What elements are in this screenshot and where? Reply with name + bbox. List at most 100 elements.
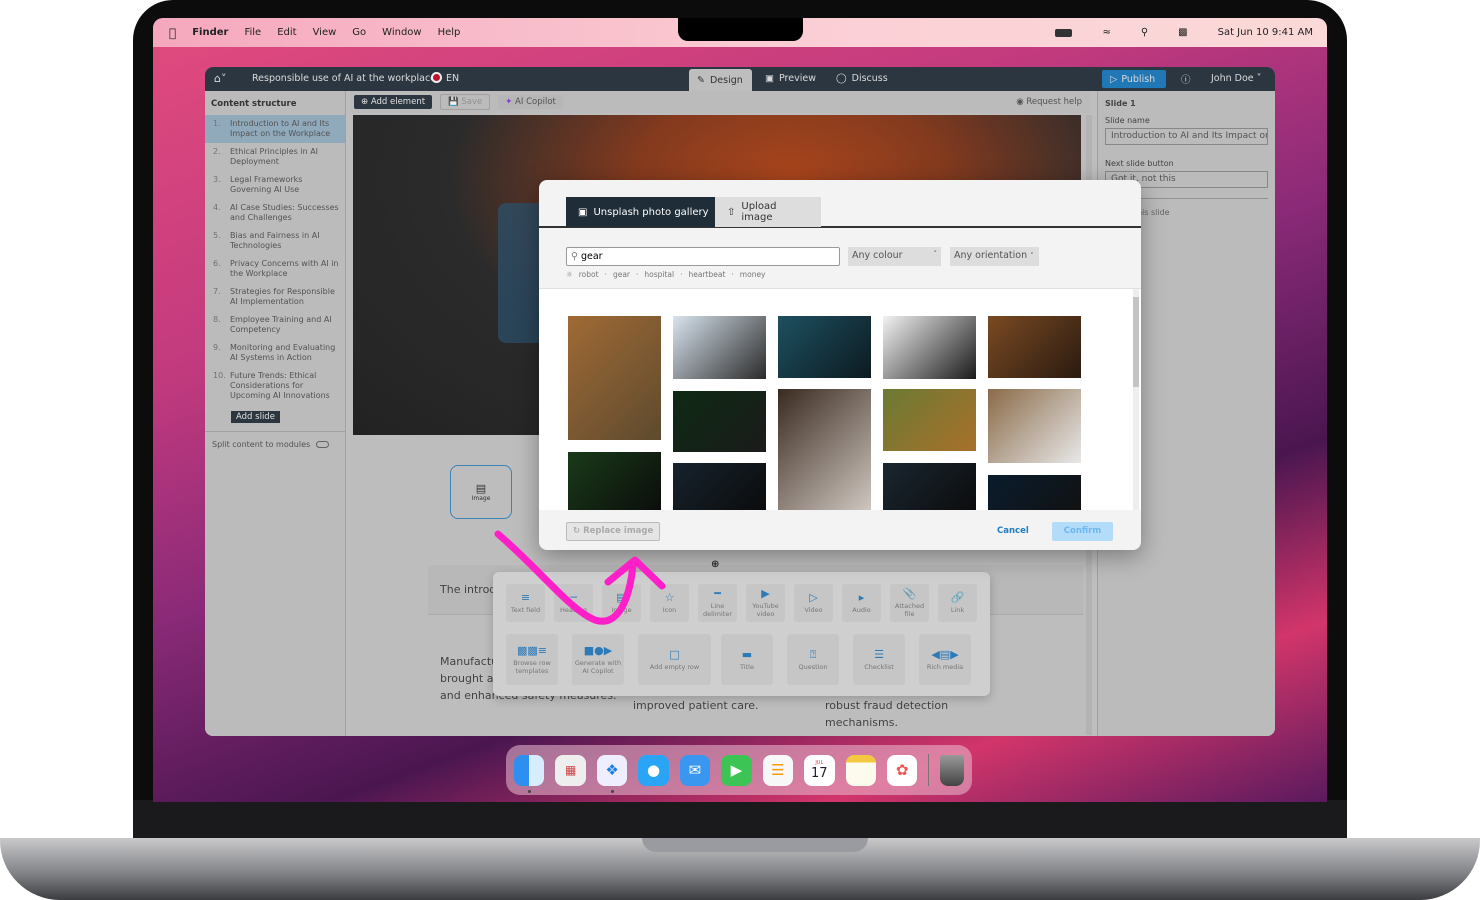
palette-item-label: Attached file (894, 602, 925, 618)
palette-item-line-delimiter[interactable]: ━ Line delimiter (698, 584, 737, 622)
photos-icon[interactable]: ✿ (886, 754, 918, 786)
unsplash-photo[interactable] (883, 389, 976, 451)
grid-scrollbar[interactable] (1133, 289, 1139, 510)
palette-item-audio[interactable]: ▸ Audio (842, 584, 881, 622)
element-icon: ☰ (874, 647, 884, 661)
notes-icon[interactable] (845, 754, 876, 786)
unsplash-photo[interactable] (568, 452, 661, 510)
search-input[interactable]: ⚲ gear (566, 247, 840, 266)
annotation-arrow (494, 530, 666, 625)
launchpad-icon[interactable]: ▦ (555, 754, 586, 786)
messages-icon[interactable]: ● (638, 754, 669, 786)
palette-item-label: Rich media (926, 662, 964, 671)
tab-upload-label: Upload image (741, 201, 777, 223)
confirm-button[interactable]: Confirm (1052, 522, 1113, 541)
unsplash-photo[interactable] (673, 391, 766, 452)
laptop-chin (133, 800, 1347, 840)
suggestion-link[interactable]: heartbeat (689, 270, 726, 279)
palette-item-question[interactable]: ⍰ Question (787, 634, 839, 685)
unsplash-photo[interactable] (673, 463, 766, 510)
palette-item-youtube-video[interactable]: ▶ YouTube video (746, 584, 785, 622)
unsplash-photo[interactable] (988, 316, 1081, 378)
image-picker-modal: ▣ Unsplash photo gallery ⇧ Upload image ⚲ g… (539, 180, 1141, 550)
menu-finder[interactable]: Finder (192, 27, 228, 38)
trash-icon[interactable] (940, 754, 964, 786)
battery-icon[interactable] (1055, 28, 1073, 37)
palette-item-label: Link (950, 606, 965, 614)
unsplash-photo[interactable] (988, 389, 1081, 463)
palette-item-checklist[interactable]: ☰ Checklist (853, 634, 905, 685)
reminders-icon[interactable]: ☰ (762, 754, 794, 786)
element-icon: ━ (714, 587, 721, 600)
element-icon: ▷ (809, 591, 818, 604)
clock[interactable]: Sat Jun 10 9:41 AM (1218, 27, 1313, 38)
search-icon: ⚲ (571, 251, 578, 262)
colour-select[interactable]: Any colour ˅ (848, 247, 941, 266)
palette-item-label: Title (740, 662, 754, 671)
add-row-icon[interactable]: ⊕ (711, 559, 719, 570)
laptop-base (0, 838, 1480, 900)
suggestion-link[interactable]: robot (579, 270, 599, 279)
tab-unsplash-label: Unsplash photo gallery (593, 206, 709, 218)
element-icon: 📎 (902, 587, 917, 600)
palette-item-title[interactable]: ▬ Title (721, 634, 773, 685)
unsplash-photo[interactable] (988, 475, 1081, 510)
tab-unsplash-gallery[interactable]: ▣ Unsplash photo gallery (566, 197, 721, 227)
orientation-value: Any orientation (954, 250, 1028, 261)
menu-window[interactable]: Window (382, 27, 421, 38)
element-icon: ▬ (741, 647, 753, 661)
finder-icon[interactable] (514, 754, 545, 793)
upload-icon: ⇧ (727, 206, 736, 218)
unsplash-photo[interactable] (778, 389, 871, 510)
menu-edit[interactable]: Edit (277, 27, 296, 38)
element-icon: ▩▩≡ (516, 643, 547, 657)
unsplash-photo[interactable] (883, 316, 976, 379)
palette-item-generate-with-ai-copilot[interactable]: ■●▶ Generate with AI Copilot (572, 634, 624, 685)
palette-item-label: Line delimiter (702, 602, 733, 618)
separator: · (680, 270, 683, 279)
unsplash-icon: ▣ (578, 206, 588, 218)
palette-item-label: Question (798, 662, 828, 671)
apple-icon[interactable]:  (169, 26, 176, 40)
chevron-down-icon: ˅ (1030, 252, 1034, 260)
palette-item-label: Add empty row (649, 662, 700, 671)
suggestion-link[interactable]: hospital (644, 270, 674, 279)
unsplash-photo[interactable] (673, 316, 766, 379)
mail-icon[interactable]: ✉ (679, 754, 711, 786)
unsplash-photo[interactable] (883, 463, 976, 510)
safari-icon[interactable]: ❖ (596, 754, 628, 793)
palette-item-link[interactable]: 🔗 Link (938, 584, 977, 622)
menu-view[interactable]: View (313, 27, 337, 38)
palette-item-attached-file[interactable]: 📎 Attached file (890, 584, 929, 622)
separator: · (604, 270, 607, 279)
calendar-day: 17 (811, 765, 828, 781)
dock: ▦ ❖ ● ✉ ▶ ☰ JUL 17 ✿ (506, 745, 972, 795)
photo-grid (539, 288, 1141, 510)
tab-upload-image[interactable]: ⇧ Upload image (715, 197, 821, 227)
unsplash-photo[interactable] (568, 316, 661, 440)
menu-go[interactable]: Go (352, 27, 366, 38)
palette-item-browse-row-templates[interactable]: ▩▩≡ Browse row templates (506, 634, 558, 685)
search-value: gear (580, 251, 603, 262)
menu-help[interactable]: Help (438, 27, 461, 38)
suggestion-link[interactable]: gear (613, 270, 630, 279)
control-center-icon[interactable]: ▩ (1178, 27, 1187, 38)
element-icon: ■●▶ (583, 643, 613, 657)
menu-file[interactable]: File (244, 27, 261, 38)
suggestion-link[interactable]: money (740, 270, 766, 279)
calendar-icon[interactable]: JUL 17 (804, 754, 835, 786)
unsplash-photo[interactable] (778, 316, 871, 378)
orientation-select[interactable]: Any orientation ˅ (950, 247, 1039, 266)
search-suggestions: ☼ robot · gear · hospital · heartbeat · money (566, 270, 766, 279)
palette-item-label: Video (804, 606, 823, 614)
palette-item-label: Browse row templates (513, 658, 551, 675)
lightbulb-icon: ☼ (566, 270, 573, 279)
wifi-icon[interactable]: ≈ (1102, 27, 1110, 38)
cancel-button[interactable]: Cancel (997, 526, 1029, 536)
palette-item-add-empty-row[interactable]: □ Add empty row (638, 634, 711, 685)
element-icon: ▸ (858, 591, 865, 604)
palette-item-rich-media[interactable]: ◀▤▶ Rich media (919, 634, 971, 685)
facetime-icon[interactable]: ▶ (721, 754, 752, 786)
spotlight-icon[interactable]: ⚲ (1141, 27, 1148, 38)
palette-item-video[interactable]: ▷ Video (794, 584, 833, 622)
